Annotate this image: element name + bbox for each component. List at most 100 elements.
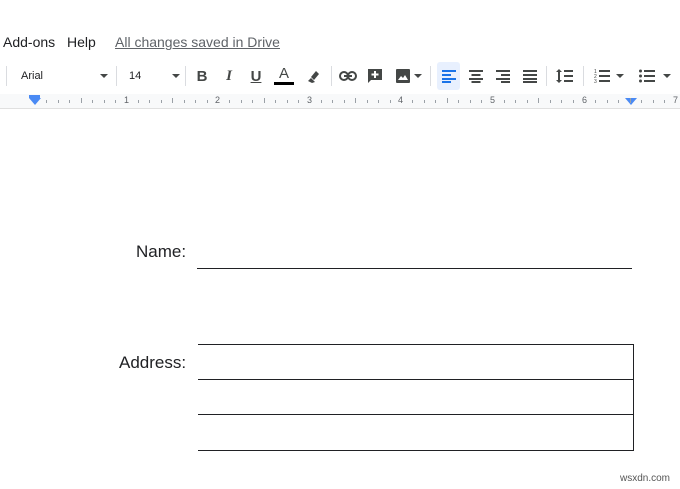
- ruler-tick: [298, 100, 300, 103]
- ruler-tick: [526, 100, 528, 103]
- ruler-tick: [641, 100, 643, 103]
- line-spacing-button[interactable]: [553, 62, 576, 90]
- ruler-tick: [275, 100, 277, 103]
- right-indent-handle[interactable]: [625, 98, 637, 105]
- align-right-button[interactable]: [491, 62, 514, 90]
- justify-button[interactable]: [518, 62, 541, 90]
- menu-help[interactable]: Help: [67, 34, 96, 50]
- ruler-tick: [103, 100, 105, 103]
- font-family-select[interactable]: Arial: [14, 64, 108, 88]
- ruler-tick: [355, 98, 357, 103]
- highlight-button[interactable]: [302, 62, 324, 90]
- ruler-tick: [366, 100, 368, 103]
- image-icon: [395, 69, 410, 83]
- text-color-swatch: [274, 82, 294, 85]
- address-line: [198, 344, 634, 345]
- ruler-number: 4: [398, 95, 404, 105]
- ruler-tick: [320, 100, 322, 103]
- italic-button[interactable]: I: [219, 62, 239, 90]
- ruler-tick: [606, 100, 608, 103]
- ruler-tick: [172, 98, 174, 103]
- ruler-number: 7: [673, 95, 679, 105]
- ruler-tick: [572, 100, 574, 103]
- ruler-tick: [469, 100, 471, 103]
- ruler-tick: [229, 100, 231, 103]
- bulleted-list-button[interactable]: [635, 62, 675, 90]
- underline-button[interactable]: U: [246, 62, 266, 90]
- chevron-down-icon: [100, 74, 108, 78]
- ruler-tick: [515, 100, 517, 103]
- ruler-tick: [92, 100, 94, 103]
- menu-addons[interactable]: Add-ons: [3, 34, 55, 50]
- left-indent-handle[interactable]: [29, 98, 41, 105]
- ruler: 1 2 3 4 5 6 7: [0, 94, 680, 109]
- toolbar-divider: [331, 66, 332, 86]
- ruler-tick: [252, 100, 254, 103]
- svg-text:3: 3: [594, 79, 597, 83]
- chevron-down-icon: [616, 74, 624, 78]
- ruler-tick: [423, 100, 425, 103]
- ruler-tick: [549, 100, 551, 103]
- ruler-tick: [481, 100, 483, 103]
- toolbar-divider: [546, 66, 547, 86]
- ruler-tick: [46, 100, 48, 103]
- save-status-link[interactable]: All changes saved in Drive: [115, 34, 280, 50]
- watermark: wsxdn.com: [619, 473, 670, 484]
- ruler-tick: [561, 100, 563, 103]
- ruler-tick: [378, 100, 380, 103]
- align-left-button[interactable]: [437, 62, 460, 90]
- comment-icon: [368, 69, 382, 83]
- ruler-tick: [206, 100, 208, 103]
- ruler-tick: [446, 98, 448, 103]
- document-page[interactable]: Name: Address:: [0, 110, 680, 489]
- ruler-tick: [57, 100, 59, 103]
- text-color-button[interactable]: A: [273, 62, 295, 90]
- font-family-value: Arial: [21, 70, 44, 82]
- numbered-list-button[interactable]: 1 2 3: [590, 62, 628, 90]
- ruler-tick: [183, 100, 185, 103]
- ruler-tick: [160, 100, 162, 103]
- ruler-tick: [80, 98, 82, 103]
- ruler-tick: [664, 100, 666, 103]
- align-right-icon: [495, 69, 510, 83]
- ruler-number: 5: [490, 95, 496, 105]
- insert-image-button[interactable]: [391, 62, 425, 90]
- chevron-down-icon: [663, 74, 671, 78]
- toolbar-divider: [430, 66, 431, 86]
- bulleted-list-icon: [639, 69, 655, 83]
- toolbar-divider: [6, 66, 7, 86]
- ruler-tick: [389, 100, 391, 103]
- toolbar-divider: [583, 66, 584, 86]
- name-label: Name:: [136, 242, 187, 261]
- italic-icon: I: [226, 67, 232, 84]
- add-comment-button[interactable]: [364, 62, 386, 90]
- font-size-select[interactable]: 14: [122, 64, 180, 88]
- toolbar-divider: [185, 66, 186, 86]
- address-line: [198, 450, 634, 451]
- ruler-tick: [137, 100, 139, 103]
- align-center-button[interactable]: [464, 62, 487, 90]
- ruler-tick: [263, 98, 265, 103]
- ruler-tick: [503, 100, 505, 103]
- font-size-value: 14: [129, 70, 142, 82]
- ruler-tick: [332, 100, 334, 103]
- ruler-tick: [149, 100, 151, 103]
- chevron-down-icon: [413, 74, 422, 78]
- line-spacing-icon: [556, 69, 573, 83]
- ruler-tick: [343, 100, 345, 103]
- justify-icon: [522, 69, 537, 83]
- text-color-icon: A: [278, 65, 289, 82]
- highlighter-icon: [308, 71, 319, 83]
- name-underline: [197, 268, 632, 269]
- toolbar-divider: [116, 66, 117, 86]
- address-line: [198, 414, 634, 415]
- insert-link-button[interactable]: [337, 62, 359, 90]
- align-left-icon: [441, 69, 456, 83]
- ruler-tick: [69, 100, 71, 103]
- ruler-number: 3: [307, 95, 313, 105]
- ruler-tick: [240, 100, 242, 103]
- ruler-tick: [652, 100, 654, 103]
- bold-button[interactable]: B: [192, 62, 212, 90]
- ruler-tick: [458, 100, 460, 103]
- ruler-tick: [286, 100, 288, 103]
